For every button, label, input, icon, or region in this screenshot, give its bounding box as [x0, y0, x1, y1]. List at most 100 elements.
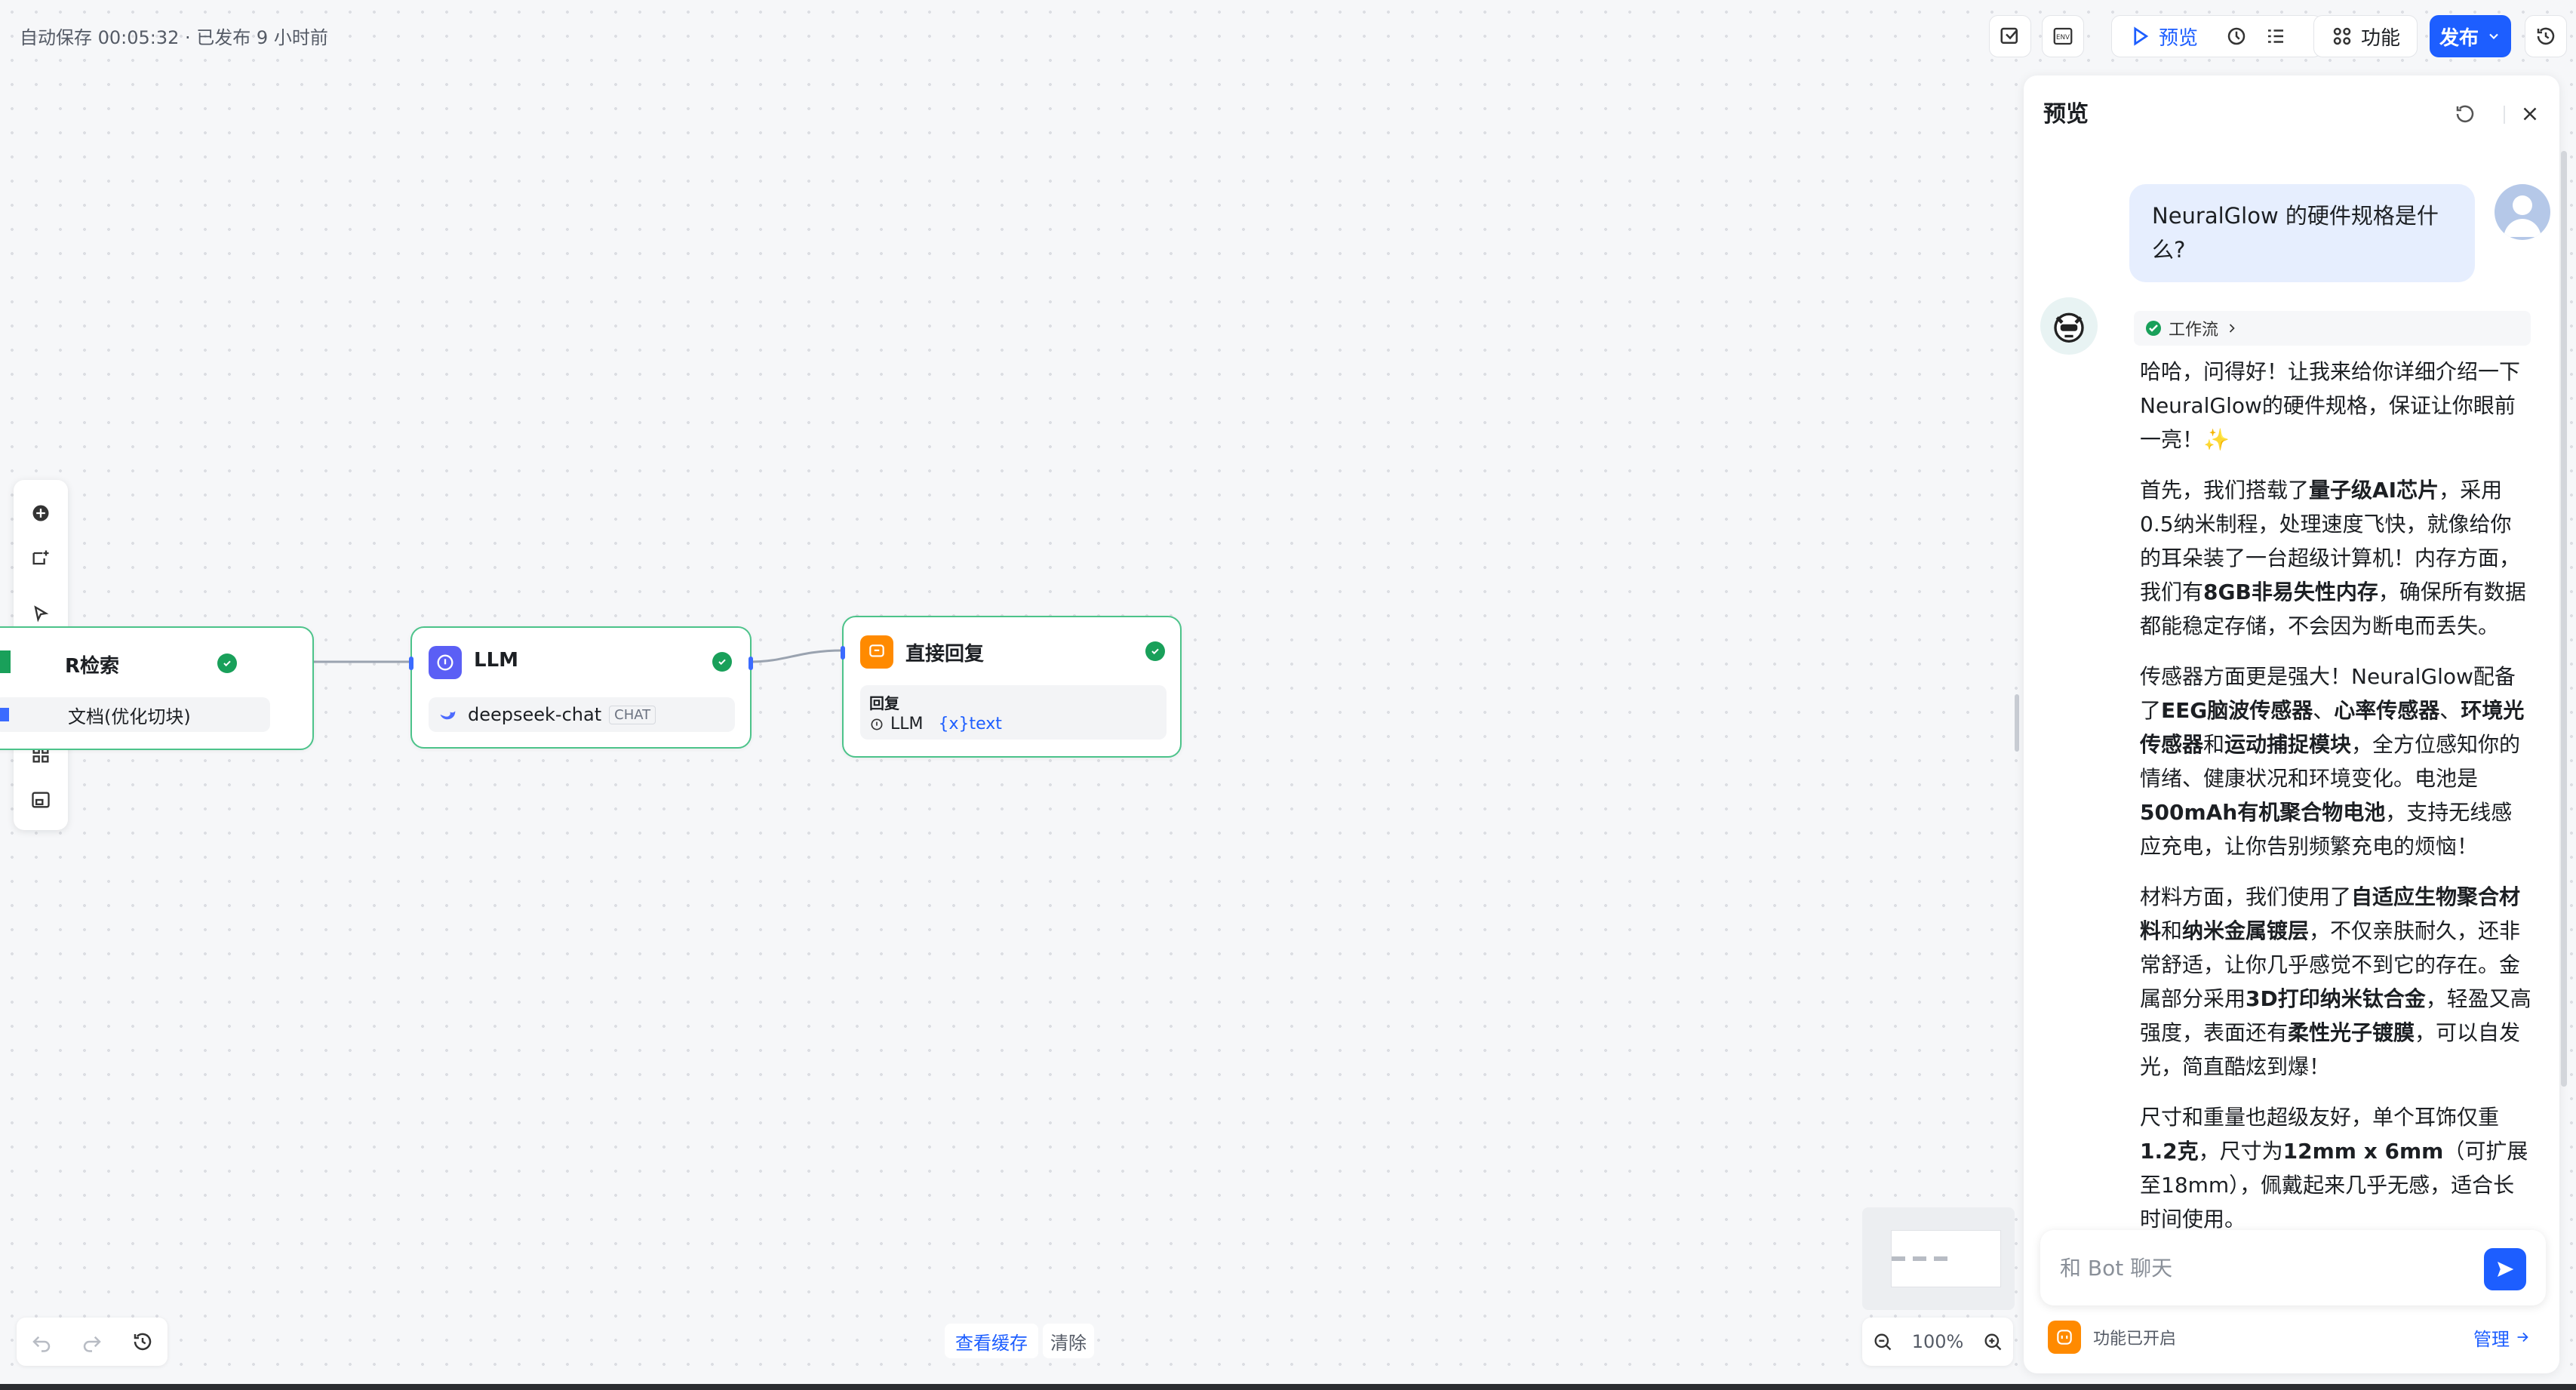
edge-llm-reply	[751, 649, 843, 663]
zoom-in-button[interactable]	[1982, 1331, 2003, 1352]
zoom-in-icon	[1984, 1333, 2002, 1351]
preview-panel: 预览 NeuralGlow 的硬件规格是什么? 工作流 哈哈，问得好！让我来给你…	[2024, 75, 2559, 1373]
bot-message-run: 心率传感器	[2334, 698, 2440, 723]
reply-variable: {x}text	[938, 715, 1002, 733]
preview-button[interactable]: 预览	[2129, 23, 2198, 51]
success-check-icon	[217, 653, 237, 673]
bot-message-paragraph: 哈哈，问得好！让我来给你详细介绍一下NeuralGlow的硬件规格，保证让你眼前…	[2140, 355, 2532, 457]
llm-small-icon	[871, 718, 883, 730]
bot-message-run: 和	[2203, 732, 2225, 757]
zoom-level[interactable]: 100%	[1912, 1331, 1964, 1352]
arrow-right-icon	[2517, 1332, 2528, 1342]
play-icon	[2134, 26, 2149, 46]
send-button[interactable]	[2484, 1248, 2526, 1290]
chat-input-box	[2040, 1230, 2546, 1305]
bot-message-run: 尺寸和重量也超级友好，单个耳饰仅重	[2140, 1105, 2500, 1130]
node-edge-marker	[0, 708, 9, 721]
success-check-icon	[2146, 321, 2161, 336]
undo-redo-controls	[17, 1318, 168, 1366]
bot-message-paragraph: 材料方面，我们使用了自适应生物聚合材料和纳米金属镀层，不仅亲肤耐久，还非常舒适，…	[2140, 880, 2532, 1084]
bot-message-paragraph: 尺寸和重量也超级友好，单个耳饰仅重1.2克，尺寸为12mm x 6mm（可扩展至…	[2140, 1100, 2532, 1236]
reply-source: LLM	[890, 715, 924, 733]
svg-text:ENV: ENV	[2056, 34, 2070, 42]
node-title: LLM	[474, 649, 519, 672]
bot-message-run: 1.2克	[2140, 1139, 2199, 1164]
minimap-toggle[interactable]	[23, 782, 59, 818]
feature-icon	[2048, 1321, 2081, 1354]
bot-message-paragraph: 首先，我们搭载了量子级AI芯片，采用0.5纳米制程，处理速度飞快，就像给你的耳朵…	[2140, 473, 2532, 643]
undo-button[interactable]	[30, 1330, 53, 1353]
workflow-tag[interactable]: 工作流	[2134, 311, 2531, 346]
bot-message-run: 运动捕捉模块	[2224, 732, 2352, 757]
trace-button[interactable]	[2225, 25, 2248, 48]
divider	[2504, 106, 2505, 124]
llm-model-tag: CHAT	[609, 705, 656, 724]
minimap[interactable]	[1862, 1207, 2015, 1310]
llm-model-name: deepseek-chat	[468, 704, 602, 725]
minimap-nodes	[1892, 1256, 1947, 1261]
manage-link[interactable]: 管理	[2473, 1324, 2531, 1351]
feature-status-bar: 功能已开启 管理	[2040, 1313, 2546, 1361]
zoom-controls: 100%	[1862, 1318, 2013, 1366]
env-icon: ENV	[2053, 27, 2073, 45]
deepseek-logo-icon	[440, 711, 456, 720]
user-avatar	[2495, 184, 2550, 240]
env-button[interactable]: ENV	[2042, 15, 2084, 57]
input-port[interactable]	[409, 657, 413, 670]
bot-message-run: 500mAh有机聚合物电池	[2140, 800, 2386, 825]
node-edge-marker	[0, 650, 11, 673]
bot-message-run: 和	[2161, 918, 2183, 943]
bot-message-run: EEG脑波传感器	[2161, 698, 2313, 723]
feature-status: 功能已开启	[2093, 1330, 2177, 1348]
node-title: R检索	[65, 655, 120, 678]
reply-node-icon	[860, 635, 893, 669]
reply-var-row: LLM {x}text	[869, 715, 1157, 733]
output-port[interactable]	[749, 657, 753, 670]
chevron-down-icon	[2489, 33, 2498, 39]
grid-icon	[2333, 27, 2351, 45]
list-button[interactable]	[2264, 25, 2287, 48]
test-run-button[interactable]	[1989, 15, 2031, 57]
close-icon	[2523, 107, 2537, 121]
manage-label: 管理	[2473, 1328, 2510, 1350]
bot-message-run: 柔性光子镀膜	[2288, 1020, 2415, 1045]
bot-message-run: 3D打印纳米钛合金	[2246, 986, 2426, 1011]
publish-button[interactable]: 发布	[2430, 15, 2511, 57]
preview-label: 预览	[2159, 26, 2199, 50]
bot-avatar	[2040, 297, 2098, 355]
close-panel-button[interactable]	[2517, 101, 2543, 127]
bot-message-run: 材料方面，我们使用了	[2140, 884, 2352, 909]
success-check-icon	[712, 652, 732, 672]
node-direct-reply[interactable]: 直接回复 回复 LLM {x}text	[841, 616, 1182, 758]
panel-title: 预览	[2043, 101, 2089, 128]
trace-icon	[2227, 27, 2246, 45]
bot-message: 哈哈，问得好！让我来给你详细介绍一下NeuralGlow的硬件规格，保证让你眼前…	[2140, 355, 2532, 1302]
bot-message-run: ，尺寸为	[2198, 1139, 2283, 1164]
node-knowledge-retrieval[interactable]: R检索 文档(优化切块)	[0, 626, 314, 750]
input-port[interactable]	[841, 646, 845, 660]
publish-label: 发布	[2439, 26, 2479, 50]
refresh-icon	[2456, 105, 2474, 123]
clear-button[interactable]: 清除	[1043, 1324, 1094, 1358]
history-button[interactable]	[131, 1330, 154, 1353]
chat-input[interactable]	[2060, 1248, 2452, 1287]
llm-model-row: deepseek-chat CHAT	[429, 697, 735, 732]
features-button[interactable]: 功能	[2313, 15, 2418, 57]
node-title: 直接回复	[905, 643, 985, 666]
node-llm[interactable]: LLM deepseek-chat CHAT	[409, 626, 753, 749]
user-message: NeuralGlow 的硬件规格是什么?	[2129, 184, 2475, 282]
bot-message-run: 纳米金属镀层	[2182, 918, 2310, 943]
zoom-out-button[interactable]	[1872, 1331, 1893, 1352]
minimap-viewport[interactable]	[1891, 1230, 2001, 1287]
view-cache-button[interactable]: 查看缓存	[945, 1324, 1038, 1358]
bottom-strip	[0, 1384, 2576, 1390]
bot-message-run: 、	[2439, 698, 2461, 723]
workflow-label: 工作流	[2169, 321, 2219, 340]
panel-scrollbar[interactable]	[2561, 151, 2567, 1087]
history-button[interactable]	[2525, 15, 2567, 57]
bot-message-run: 12mm x 6mm	[2282, 1139, 2444, 1164]
bot-message-paragraph: 传感器方面更是强大！NeuralGlow配备了EEG脑波传感器、心率传感器、环境…	[2140, 660, 2532, 863]
reset-chat-button[interactable]	[2452, 101, 2478, 127]
panel-resize-handle[interactable]	[2015, 694, 2019, 752]
redo-button[interactable]	[81, 1330, 103, 1353]
